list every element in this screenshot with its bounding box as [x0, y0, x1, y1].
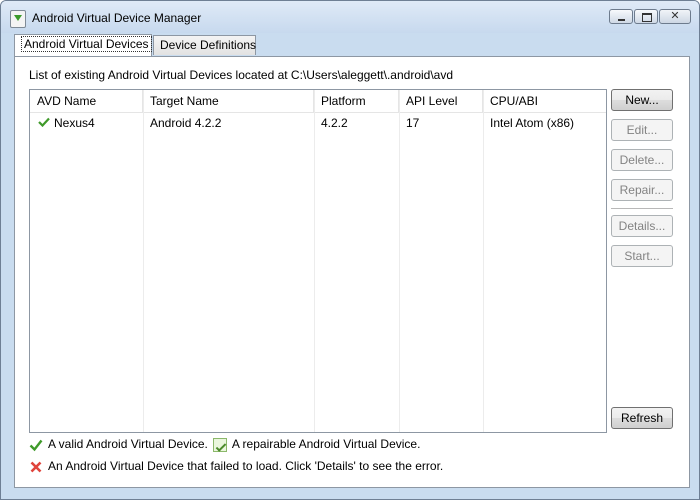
table-row[interactable]: Nexus4 Android 4.2.2 4.2.2 17 Intel Atom… — [30, 112, 606, 134]
legend-failed-text: An Android Virtual Device that failed to… — [48, 459, 444, 473]
column-header-api-level[interactable]: API Level — [399, 90, 483, 112]
error-x-icon — [30, 461, 42, 473]
window-title: Android Virtual Device Manager — [32, 11, 202, 25]
column-header-cpu-abi[interactable]: CPU/ABI — [483, 90, 606, 112]
new-button[interactable]: New... — [611, 89, 673, 111]
window-controls: ✕ — [609, 9, 691, 24]
repair-icon — [212, 437, 227, 452]
avd-manager-window: Android Virtual Device Manager ✕ Android… — [0, 0, 700, 500]
cell-platform: 4.2.2 — [321, 116, 348, 130]
android-app-icon — [10, 10, 26, 28]
legend-valid-text: A valid Android Virtual Device. — [48, 437, 208, 451]
avd-path-label: List of existing Android Virtual Devices… — [29, 68, 454, 82]
legend-line-1: A valid Android Virtual Device. A repaira… — [29, 437, 420, 452]
edit-button[interactable]: Edit... — [611, 119, 673, 141]
close-button[interactable]: ✕ — [659, 9, 691, 24]
column-header-target-name[interactable]: Target Name — [143, 90, 314, 112]
title-bar[interactable]: Android Virtual Device Manager ✕ — [1, 1, 699, 33]
column-divider — [143, 90, 144, 432]
column-header-platform[interactable]: Platform — [314, 90, 399, 112]
repair-button[interactable]: Repair... — [611, 179, 673, 201]
minimize-icon — [618, 19, 625, 21]
avd-table[interactable]: AVD Name Target Name Platform API Level … — [29, 89, 607, 433]
delete-button[interactable]: Delete... — [611, 149, 673, 171]
tab-android-virtual-devices[interactable]: Android Virtual Devices — [14, 34, 152, 56]
column-divider — [314, 90, 315, 432]
cell-target-name: Android 4.2.2 — [150, 116, 222, 130]
column-header-avd-name[interactable]: AVD Name — [30, 90, 143, 112]
tab-label: Device Definitions — [160, 38, 257, 52]
legend-line-2: An Android Virtual Device that failed to… — [29, 459, 443, 474]
column-divider — [399, 90, 400, 432]
maximize-icon — [642, 13, 652, 22]
tab-device-definitions[interactable]: Device Definitions — [153, 35, 256, 55]
avd-panel: List of existing Android Virtual Devices… — [14, 56, 690, 488]
details-button[interactable]: Details... — [611, 215, 673, 237]
cell-avd-name: Nexus4 — [54, 116, 95, 130]
check-icon — [29, 439, 43, 452]
cell-api-level: 17 — [406, 116, 420, 130]
table-header: AVD Name Target Name Platform API Level … — [30, 90, 606, 113]
legend-repairable-text: A repairable Android Virtual Device. — [231, 437, 421, 451]
refresh-button[interactable]: Refresh — [611, 407, 673, 429]
column-divider — [483, 90, 484, 432]
maximize-button[interactable] — [634, 9, 658, 24]
start-button[interactable]: Start... — [611, 245, 673, 267]
minimize-button[interactable] — [609, 9, 633, 24]
button-separator — [611, 208, 673, 210]
close-icon: ✕ — [670, 10, 680, 22]
cell-cpu-abi: Intel Atom (x86) — [490, 116, 575, 130]
tab-label: Android Virtual Devices — [21, 36, 152, 52]
